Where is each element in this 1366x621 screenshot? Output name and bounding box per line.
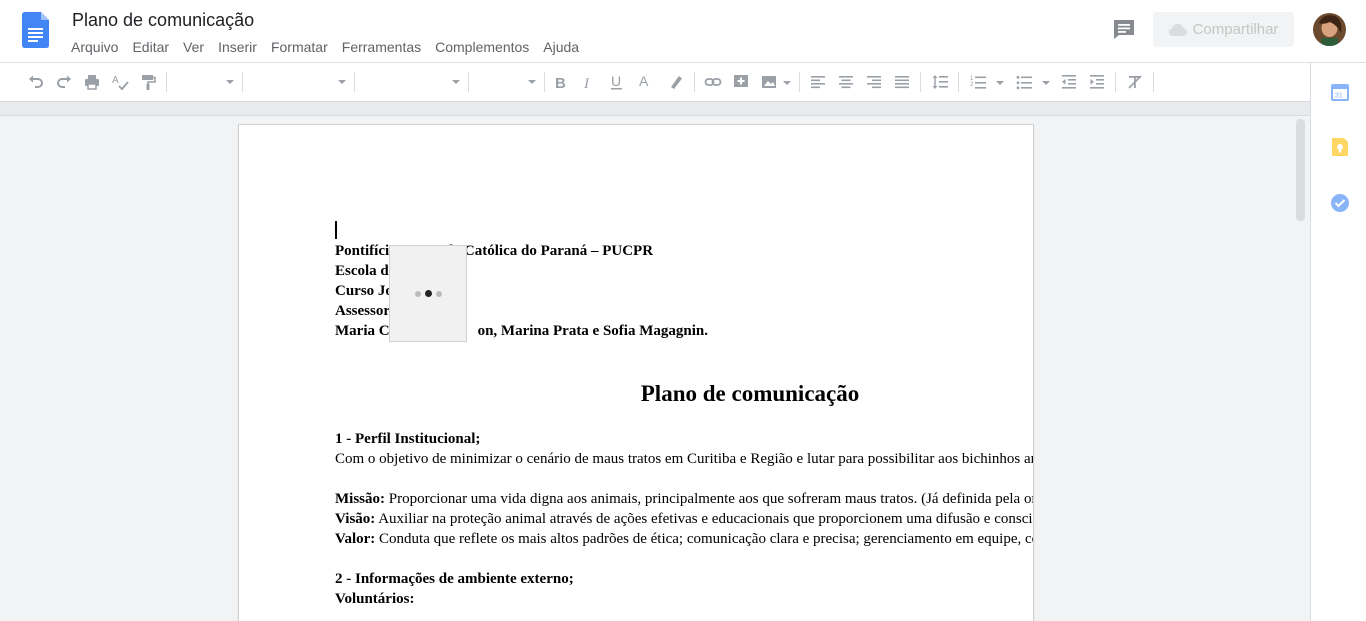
align-justify-icon[interactable] — [892, 72, 912, 92]
missao-line: Missão: Proporcionar uma vida digna aos … — [335, 491, 1033, 507]
numbered-list-icon[interactable]: 12 — [968, 72, 988, 92]
document-title[interactable]: Plano de comunicação — [72, 9, 254, 31]
bold-icon[interactable]: B — [551, 72, 571, 92]
calendar-icon[interactable]: 31 — [1330, 82, 1350, 102]
toolbar-divider — [166, 72, 167, 92]
svg-text:I: I — [583, 76, 590, 91]
toolbar-divider — [1115, 72, 1116, 92]
valor-line: Valor: Conduta que reflete os mais altos… — [335, 531, 1033, 547]
paragraph: Com o objetivo de minimizar o cenário de… — [335, 451, 1033, 467]
comments-icon[interactable] — [1112, 18, 1136, 40]
docs-logo-icon[interactable] — [22, 12, 49, 48]
svg-text:A: A — [639, 73, 649, 89]
print-icon[interactable] — [82, 72, 102, 92]
italic-icon[interactable]: I — [579, 72, 599, 92]
svg-text:B: B — [555, 75, 566, 91]
toolbar-divider — [242, 72, 243, 92]
avatar[interactable] — [1313, 13, 1346, 46]
decrease-indent-icon[interactable] — [1059, 72, 1079, 92]
svg-text:2: 2 — [970, 82, 974, 88]
font-size-dropdown[interactable] — [360, 73, 460, 93]
svg-text:31: 31 — [1335, 93, 1343, 100]
loading-dot — [424, 290, 432, 297]
visao-line: Visão: Auxiliar na proteção animal atrav… — [335, 511, 1033, 527]
document-body[interactable]: Pontifíci de Católica do Paraná – PUCPR E… — [335, 125, 1033, 609]
menu-ver[interactable]: Ver — [176, 37, 211, 57]
redo-icon[interactable] — [54, 72, 74, 92]
image-loading-placeholder — [389, 245, 467, 342]
clear-formatting-icon[interactable] — [1125, 72, 1145, 92]
align-center-icon[interactable] — [836, 72, 856, 92]
align-left-icon[interactable] — [808, 72, 828, 92]
numbered-list-caret[interactable] — [996, 81, 1004, 85]
toolbar-divider — [958, 72, 959, 92]
document-heading: Plano de comunicação — [640, 381, 860, 406]
menu-complementos[interactable]: Complementos — [428, 37, 536, 57]
image-dropdown-caret[interactable] — [783, 81, 791, 85]
vertical-scrollbar[interactable] — [1296, 119, 1305, 221]
menu-editar[interactable]: Editar — [125, 37, 176, 57]
document-canvas[interactable]: Pontifíci de Católica do Paraná – PUCPR E… — [0, 116, 1310, 621]
text-color-icon[interactable]: A — [635, 72, 655, 92]
subsection-title: Voluntários: — [335, 591, 415, 607]
toolbar-divider — [694, 72, 695, 92]
toolbar-divider — [799, 72, 800, 92]
toolbar-divider — [544, 72, 545, 92]
keep-icon[interactable] — [1330, 137, 1350, 157]
link-icon[interactable] — [703, 72, 723, 92]
formatting-toolbar: A B I U A 12 — [0, 63, 1310, 102]
document-page[interactable]: Pontifíci de Católica do Paraná – PUCPR E… — [239, 125, 1033, 621]
menu-inserir[interactable]: Inserir — [211, 37, 264, 57]
highlight-icon[interactable] — [666, 72, 686, 92]
menu-formatar[interactable]: Formatar — [264, 37, 335, 57]
loading-dot — [414, 290, 421, 297]
toolbar-divider — [1153, 72, 1154, 92]
title-bar: Plano de comunicação Arquivo Editar Ver … — [0, 0, 1366, 63]
menu-ajuda[interactable]: Ajuda — [536, 37, 586, 57]
increase-indent-icon[interactable] — [1087, 72, 1107, 92]
insert-image-icon[interactable] — [759, 72, 779, 92]
side-panel: 31 — [1310, 63, 1366, 621]
tasks-icon[interactable] — [1330, 193, 1350, 213]
cloud-icon — [1168, 23, 1187, 36]
horizontal-ruler — [0, 102, 1310, 116]
font-dropdown[interactable] — [248, 73, 346, 93]
toolbar-divider — [920, 72, 921, 92]
section-title: 1 - Perfil Institucional; — [335, 431, 481, 447]
toolbar-divider — [354, 72, 355, 92]
insert-comment-icon[interactable] — [731, 72, 751, 92]
line-spacing-icon[interactable] — [930, 72, 950, 92]
bulleted-list-caret[interactable] — [1042, 81, 1050, 85]
svg-text:A: A — [112, 75, 119, 86]
underline-icon[interactable]: U — [607, 72, 627, 92]
menu-ferramentas[interactable]: Ferramentas — [335, 37, 428, 57]
bulleted-list-icon[interactable] — [1014, 72, 1034, 92]
share-label: Compartilhar — [1192, 21, 1279, 38]
share-button[interactable]: Compartilhar — [1153, 12, 1294, 47]
svg-text:U: U — [611, 73, 621, 89]
menu-arquivo[interactable]: Arquivo — [64, 37, 125, 57]
zoom-dropdown[interactable] — [474, 73, 536, 93]
undo-icon[interactable] — [26, 72, 46, 92]
loading-dot — [435, 290, 442, 297]
toolbar-divider — [468, 72, 469, 92]
spellcheck-icon[interactable]: A — [110, 72, 130, 92]
section-title: 2 - Informações de ambiente externo; — [335, 571, 574, 587]
menu-bar: Arquivo Editar Ver Inserir Formatar Ferr… — [64, 37, 586, 57]
paint-format-icon[interactable] — [138, 72, 158, 92]
styles-dropdown[interactable] — [172, 73, 234, 93]
align-right-icon[interactable] — [864, 72, 884, 92]
